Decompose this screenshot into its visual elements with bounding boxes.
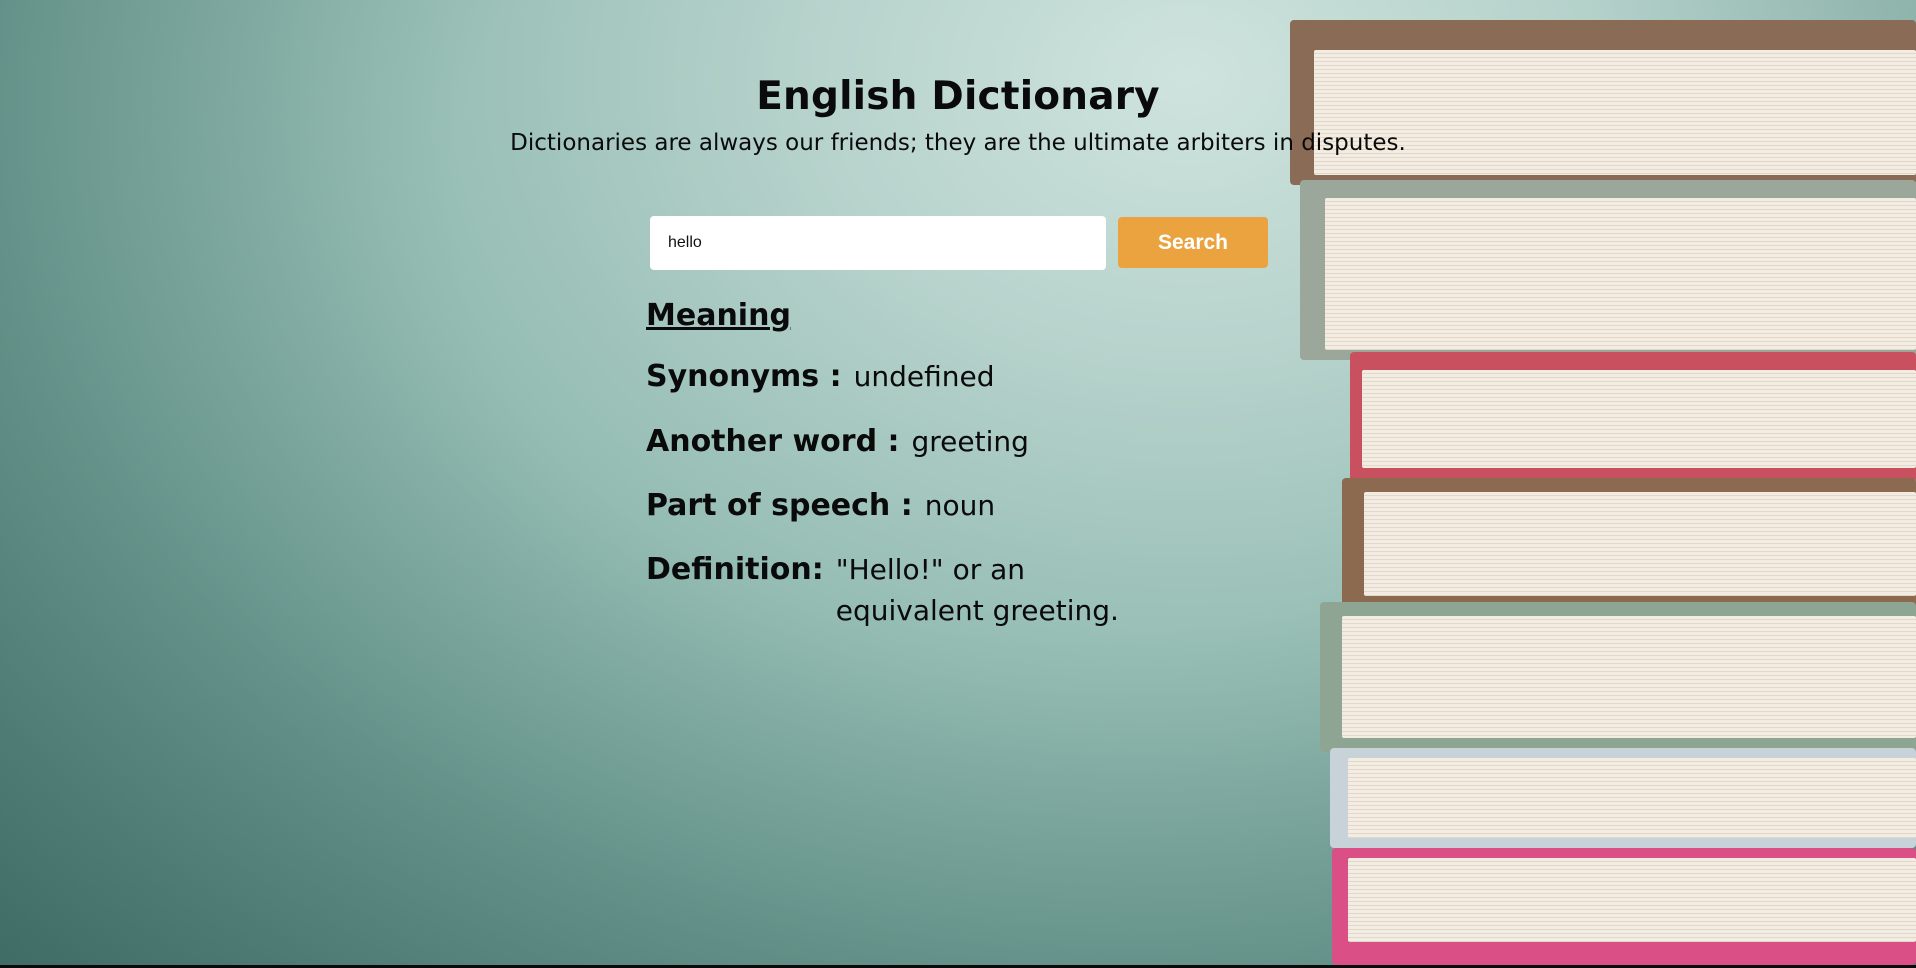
search-input[interactable]: [650, 216, 1106, 270]
part-of-speech-label: Part of speech :: [646, 488, 913, 523]
another-word-label: Another word :: [646, 424, 900, 459]
page-title: English Dictionary: [756, 74, 1160, 119]
part-of-speech-value: noun: [924, 489, 996, 522]
definition-value: "Hello!" or an equivalent greeting.: [835, 553, 1119, 627]
definition-row: Definition: "Hello!" or an equivalent gr…: [646, 549, 1176, 631]
synonyms-row: Synonyms : undefined: [646, 356, 994, 397]
another-word-value: greeting: [911, 425, 1029, 458]
synonyms-value: undefined: [853, 360, 995, 393]
synonyms-label: Synonyms :: [646, 359, 842, 394]
another-word-row: Another word : greeting: [646, 421, 1029, 462]
definition-label: Definition:: [646, 552, 824, 587]
search-button[interactable]: Search: [1118, 217, 1268, 268]
meaning-heading: Meaning: [646, 298, 791, 333]
page-subtitle: Dictionaries are always our friends; the…: [510, 130, 1406, 156]
part-of-speech-row: Part of speech : noun: [646, 485, 995, 526]
